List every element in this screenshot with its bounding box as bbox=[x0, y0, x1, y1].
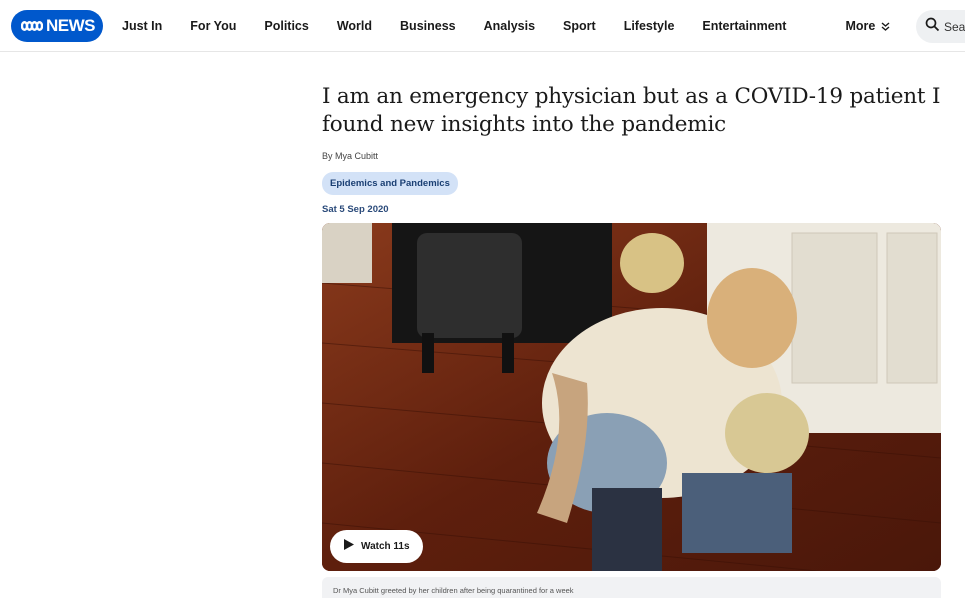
nav-item-world[interactable]: World bbox=[337, 19, 372, 33]
main-nav: Just In For You Politics World Business … bbox=[122, 0, 918, 52]
article-header: I am an emergency physician but as a COV… bbox=[322, 83, 942, 215]
nav-item-business[interactable]: Business bbox=[400, 19, 456, 33]
article-headline: I am an emergency physician but as a COV… bbox=[322, 84, 941, 137]
nav-item-entertainment[interactable]: Entertainment bbox=[702, 19, 786, 33]
nav-item-lifestyle[interactable]: Lifestyle bbox=[624, 19, 675, 33]
logo-text: NEWS bbox=[46, 16, 96, 35]
search-button[interactable]: Sea bbox=[916, 10, 965, 43]
more-menu-button[interactable]: More bbox=[845, 19, 890, 33]
watch-duration-label: Watch 11s bbox=[361, 541, 410, 552]
nav-item-sport[interactable]: Sport bbox=[563, 19, 596, 33]
nav-item-just-in[interactable]: Just In bbox=[122, 19, 162, 33]
play-icon bbox=[343, 538, 355, 556]
nav-item-analysis[interactable]: Analysis bbox=[484, 19, 535, 33]
video-still-image bbox=[322, 223, 941, 571]
double-chevron-down-icon bbox=[881, 21, 890, 31]
publish-date: Sat 5 Sep 2020 bbox=[322, 204, 389, 215]
more-label: More bbox=[845, 19, 876, 33]
top-navigation-bar: NEWS Just In For You Politics World Busi… bbox=[0, 0, 965, 52]
abc-logo-icon bbox=[21, 19, 43, 33]
article-hero-video[interactable]: Watch 11s bbox=[322, 223, 941, 571]
nav-item-politics[interactable]: Politics bbox=[264, 19, 308, 33]
abc-news-logo[interactable]: NEWS bbox=[11, 10, 103, 42]
nav-item-for-you[interactable]: For You bbox=[190, 19, 236, 33]
video-caption: Dr Mya Cubitt greeted by her children af… bbox=[322, 577, 941, 598]
topic-tag[interactable]: Epidemics and Pandemics bbox=[322, 172, 458, 195]
watch-video-button[interactable]: Watch 11s bbox=[330, 530, 423, 563]
article-byline: By Mya Cubitt bbox=[322, 151, 379, 161]
search-label: Sea bbox=[944, 19, 965, 34]
search-icon bbox=[925, 17, 940, 37]
